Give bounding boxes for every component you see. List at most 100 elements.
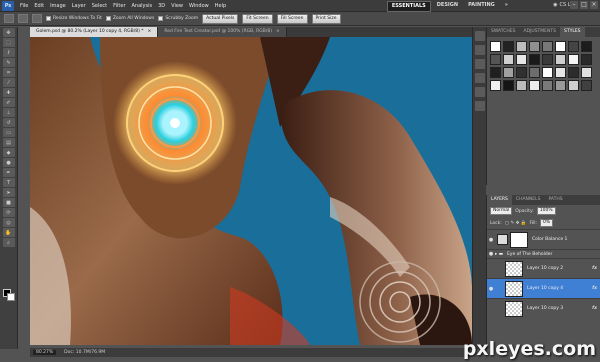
- style-swatch[interactable]: [529, 67, 540, 78]
- layer-row-layer-10-copy-4[interactable]: ● Layer 10 copy 4 fx: [487, 278, 600, 298]
- eye-icon[interactable]: ●: [487, 286, 495, 292]
- style-swatch[interactable]: [529, 41, 540, 52]
- blur-tool-icon[interactable]: ◆: [2, 148, 15, 157]
- menu-window[interactable]: Window: [186, 0, 212, 12]
- document-tab-golem[interactable]: Golem.psd @ 80.2% (Layer 10 copy 4, RGB/…: [30, 27, 159, 37]
- actions-panel-icon[interactable]: [474, 45, 485, 55]
- actual-pixels-button[interactable]: Actual Pixels: [202, 13, 239, 24]
- style-swatch[interactable]: [568, 54, 579, 65]
- resize-windows-checkbox[interactable]: Resize Windows To Fit: [46, 16, 102, 21]
- gradient-tool-icon[interactable]: ▤: [2, 138, 15, 147]
- zoom-all-windows-checkbox[interactable]: Zoom All Windows: [105, 16, 154, 21]
- close-icon[interactable]: ×: [276, 29, 280, 34]
- tab-adjustments[interactable]: ADJUSTMENTS: [520, 27, 560, 37]
- style-swatch[interactable]: [516, 54, 527, 65]
- marquee-tool-icon[interactable]: ⬚: [2, 38, 15, 47]
- menu-file[interactable]: File: [17, 0, 31, 12]
- eyedropper-tool-icon[interactable]: ⁄: [2, 78, 15, 87]
- minimize-icon[interactable]: –: [570, 1, 578, 9]
- brush-panel-icon[interactable]: [474, 59, 485, 69]
- history-panel-icon[interactable]: [474, 31, 485, 41]
- eye-icon[interactable]: ●: [487, 237, 495, 243]
- style-swatch[interactable]: [581, 54, 592, 65]
- layer-row-color-balance[interactable]: ● Color Balance 1: [487, 229, 600, 249]
- zoom-level[interactable]: 80.27%: [33, 350, 57, 355]
- zoom-out-icon[interactable]: [32, 14, 42, 23]
- layer-row-layer-10-copy-3[interactable]: Layer 10 copy 3 fx: [487, 298, 600, 318]
- style-swatch[interactable]: [529, 80, 540, 91]
- style-swatch[interactable]: [490, 67, 501, 78]
- layer-mask-thumbnail[interactable]: [510, 231, 528, 248]
- history-brush-tool-icon[interactable]: ↺: [2, 118, 15, 127]
- style-swatch[interactable]: [568, 80, 579, 91]
- menu-layer[interactable]: Layer: [69, 0, 89, 12]
- hand-tool-icon[interactable]: ✋: [2, 228, 15, 237]
- fill-screen-button[interactable]: Fill Screen: [276, 13, 308, 24]
- 3d-rotate-tool-icon[interactable]: ⟳: [2, 208, 15, 217]
- style-swatch[interactable]: [581, 80, 592, 91]
- style-swatch[interactable]: [581, 67, 592, 78]
- crop-tool-icon[interactable]: ⌗: [2, 68, 15, 77]
- menu-analysis[interactable]: Analysis: [129, 0, 156, 12]
- type-tool-icon[interactable]: T: [2, 178, 15, 187]
- print-size-button[interactable]: Print Size: [311, 13, 341, 24]
- close-icon[interactable]: ×: [148, 29, 152, 34]
- quick-select-tool-icon[interactable]: ✎: [2, 58, 15, 67]
- zoom-tool-icon[interactable]: [4, 14, 14, 23]
- menu-select[interactable]: Select: [89, 0, 110, 12]
- style-swatch[interactable]: [568, 41, 579, 52]
- tab-layers[interactable]: LAYERS: [487, 195, 512, 205]
- tab-channels[interactable]: CHANNELS: [512, 195, 545, 205]
- eye-icon[interactable]: ●: [487, 251, 495, 257]
- scrubby-zoom-checkbox[interactable]: Scrubby Zoom: [158, 16, 198, 21]
- style-swatch[interactable]: [503, 41, 514, 52]
- lasso-tool-icon[interactable]: ℓ: [2, 48, 15, 57]
- style-swatch[interactable]: [516, 80, 527, 91]
- style-swatch[interactable]: [490, 54, 501, 65]
- background-color-swatch[interactable]: [7, 293, 15, 301]
- blend-mode-select[interactable]: Normal: [490, 207, 513, 215]
- path-select-tool-icon[interactable]: ➤: [2, 188, 15, 197]
- close-icon[interactable]: ×: [590, 1, 598, 9]
- tab-paths[interactable]: PATHS: [544, 195, 566, 205]
- menu-image[interactable]: Image: [47, 0, 69, 12]
- zoom-in-icon[interactable]: [18, 14, 28, 23]
- style-swatch[interactable]: [581, 41, 592, 52]
- paragraph-panel-icon[interactable]: [474, 87, 485, 97]
- menu-3d[interactable]: 3D: [155, 0, 168, 12]
- lock-icon[interactable]: ▢ ✎ ✥ 🔒: [505, 221, 527, 226]
- fx-icon[interactable]: fx: [592, 286, 597, 291]
- style-swatch[interactable]: [503, 67, 514, 78]
- layer-row-layer-10-copy-2[interactable]: Layer 10 copy 2 fx: [487, 258, 600, 278]
- style-swatch[interactable]: [542, 80, 553, 91]
- style-swatch[interactable]: [555, 80, 566, 91]
- style-swatch[interactable]: [542, 41, 553, 52]
- healing-tool-icon[interactable]: ✚: [2, 88, 15, 97]
- zoom-tool-icon[interactable]: ⌕: [2, 238, 15, 247]
- move-tool-icon[interactable]: ✥: [2, 28, 15, 37]
- 3d-orbit-tool-icon[interactable]: ◎: [2, 218, 15, 227]
- fit-screen-button[interactable]: Fit Screen: [242, 13, 273, 24]
- menu-edit[interactable]: Edit: [31, 0, 47, 12]
- tab-styles[interactable]: STYLES: [559, 27, 585, 37]
- workspace-more-button[interactable]: »: [501, 1, 512, 12]
- style-swatch[interactable]: [516, 41, 527, 52]
- fx-icon[interactable]: fx: [592, 306, 597, 311]
- menu-filter[interactable]: Filter: [110, 0, 128, 12]
- style-swatch[interactable]: [555, 54, 566, 65]
- style-swatch[interactable]: [542, 54, 553, 65]
- pen-tool-icon[interactable]: ✒: [2, 168, 15, 177]
- workspace-essentials-button[interactable]: ESSENTIALS: [386, 1, 431, 12]
- style-swatch[interactable]: [555, 67, 566, 78]
- style-swatch[interactable]: [568, 67, 579, 78]
- dodge-tool-icon[interactable]: ●: [2, 158, 15, 167]
- stamp-tool-icon[interactable]: ⊥: [2, 108, 15, 117]
- style-swatch[interactable]: [516, 67, 527, 78]
- fx-icon[interactable]: fx: [592, 266, 597, 271]
- fill-field[interactable]: 0%: [540, 219, 554, 227]
- eraser-tool-icon[interactable]: ▭: [2, 128, 15, 137]
- character-panel-icon[interactable]: [474, 73, 485, 83]
- tab-swatches[interactable]: SWATCHES: [487, 27, 520, 37]
- brush-tool-icon[interactable]: ✐: [2, 98, 15, 107]
- menu-view[interactable]: View: [168, 0, 186, 12]
